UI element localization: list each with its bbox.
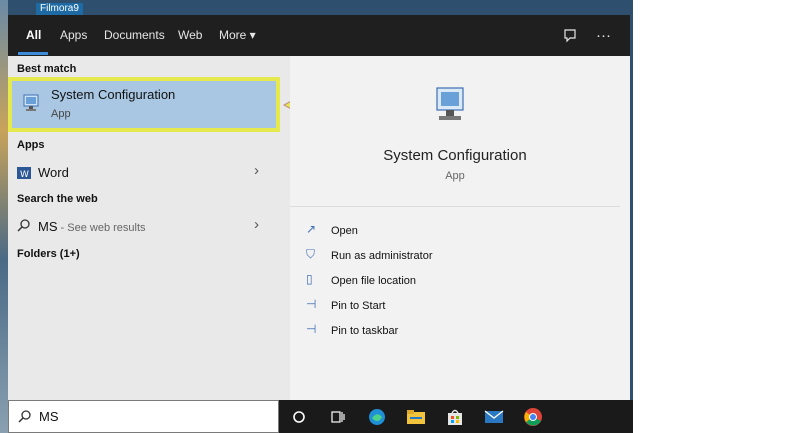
shield-icon: ⛉ (306, 247, 316, 261)
svg-text:W: W (20, 170, 29, 180)
best-match-item[interactable]: System Configuration App (8, 77, 280, 132)
folder-location-icon: ▯ (306, 272, 313, 286)
cortana-icon[interactable] (289, 407, 309, 427)
tab-web[interactable]: Web (178, 15, 202, 56)
action-label: Pin to Start (331, 300, 386, 312)
action-label: Pin to taskbar (331, 325, 399, 337)
preview-title: System Configuration (383, 147, 527, 164)
watermark: Filmora9 (36, 3, 83, 15)
file-explorer-icon[interactable] (406, 407, 426, 427)
pin-icon: ⊣ (306, 322, 317, 336)
search-web-heading: Search the web (17, 193, 98, 205)
mail-icon[interactable] (484, 407, 504, 427)
tab-documents[interactable]: Documents (104, 15, 165, 56)
preview-subtitle: App (445, 170, 465, 182)
task-view-icon[interactable] (328, 407, 348, 427)
pin-icon: ⊣ (306, 297, 317, 311)
results-panel: Best match System Configuration App Apps… (8, 56, 290, 400)
desktop-background (0, 0, 8, 433)
web-query: MS (38, 219, 58, 234)
list-item-word[interactable]: W Word › (8, 160, 290, 186)
best-match-title: System Configuration (51, 87, 176, 102)
screenshot-frame: Filmora9 All Apps Documents Web More ▾ ·… (0, 0, 633, 433)
preview-panel: System Configuration App ↗ Open ⛉ Run as… (290, 56, 630, 400)
best-match-subtitle: App (51, 108, 71, 120)
apps-heading: Apps (17, 139, 45, 151)
store-icon[interactable] (445, 407, 465, 427)
edge-icon[interactable] (367, 407, 387, 427)
best-match-heading: Best match (17, 63, 77, 75)
active-tab-indicator (18, 52, 48, 55)
chevron-right-icon[interactable]: › (254, 162, 259, 179)
chrome-icon[interactable] (523, 407, 543, 427)
more-options-icon[interactable]: ··· (596, 15, 611, 56)
word-icon: W (17, 167, 31, 180)
web-result-item[interactable]: MS - See web results › (8, 214, 290, 240)
tab-all[interactable]: All (26, 15, 41, 56)
taskbar (279, 400, 633, 433)
web-suffix: - See web results (57, 222, 146, 234)
search-input[interactable]: MS (39, 409, 59, 424)
search-box[interactable]: MS (8, 400, 279, 433)
search-tabs-bar: All Apps Documents Web More ▾ ··· (8, 15, 630, 56)
tab-more[interactable]: More ▾ (219, 15, 256, 56)
search-icon (18, 410, 31, 423)
divider (290, 206, 620, 207)
action-label: Open (331, 225, 358, 237)
list-item-label: Word (38, 165, 69, 180)
feedback-icon[interactable] (562, 15, 578, 56)
chevron-right-icon[interactable]: › (254, 216, 259, 233)
search-icon (17, 219, 30, 232)
tab-apps[interactable]: Apps (60, 15, 87, 56)
open-icon: ↗ (306, 222, 317, 236)
folders-heading[interactable]: Folders (1+) (17, 248, 80, 260)
action-label: Run as administrator (331, 250, 433, 262)
action-label: Open file location (331, 275, 416, 287)
system-configuration-icon (436, 87, 464, 120)
system-configuration-icon (23, 94, 39, 111)
